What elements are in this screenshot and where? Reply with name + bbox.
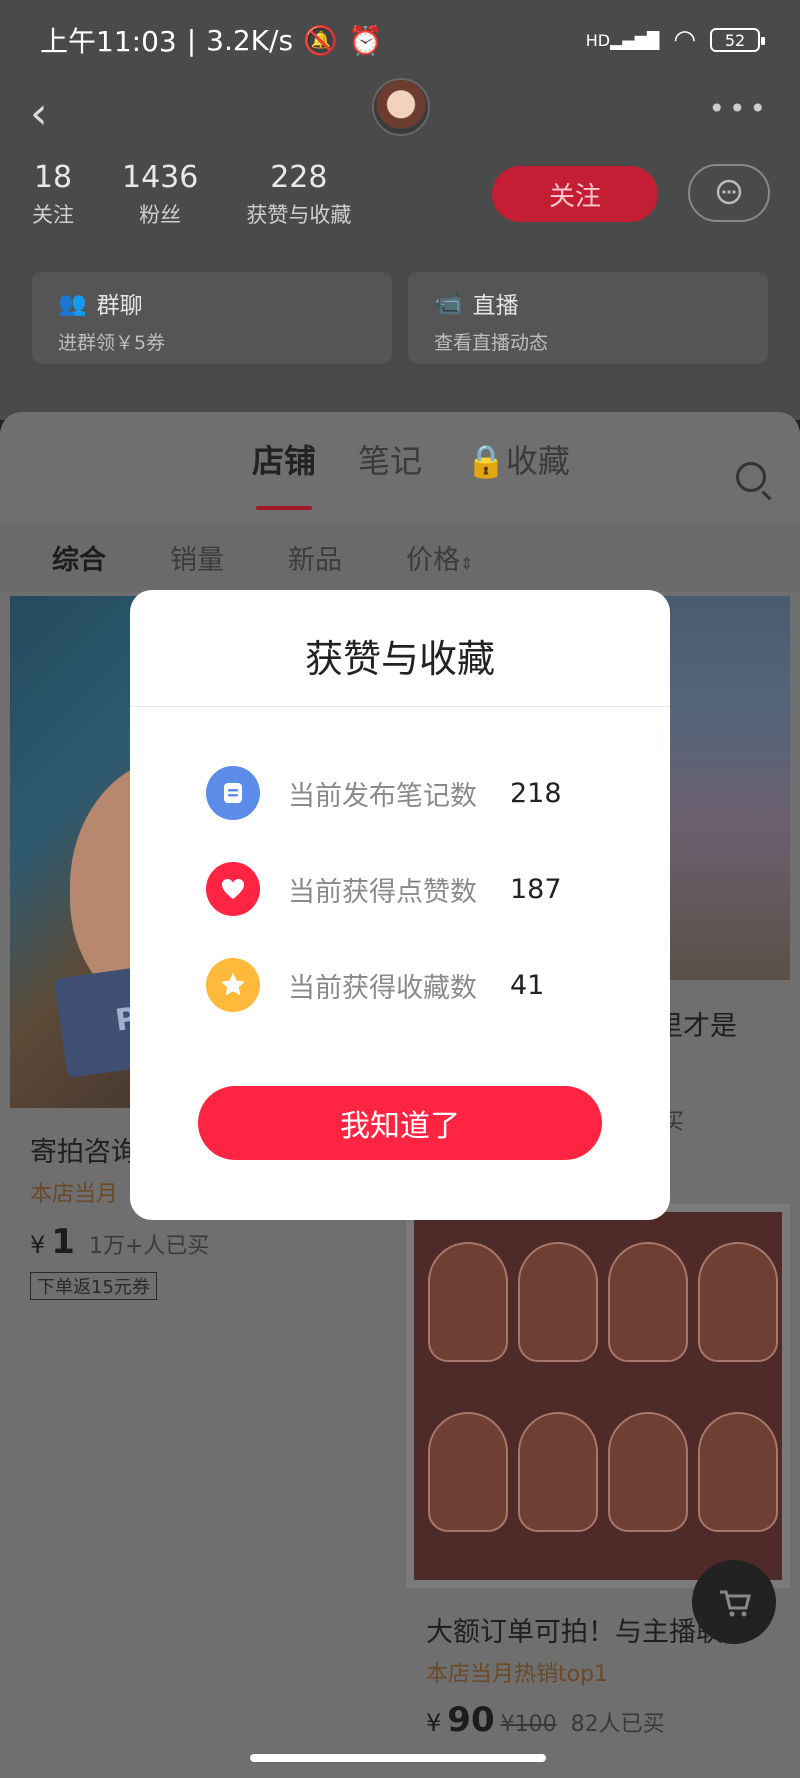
- cookie-graphic: [608, 1242, 688, 1362]
- row-label: 当前获得收藏数: [288, 972, 477, 1004]
- sold-count: 82人已买: [570, 1712, 665, 1737]
- profile-header: 上午11:03 | 3.2K/s 🔕 ⏰ HD▂▄▆█ ◠ 52 ‹ ••• 1…: [0, 0, 800, 420]
- likes-collects-dialog: 获赞与收藏 当前发布笔记数 218 当前获得点赞数 187 当前获得收藏数 41…: [130, 590, 670, 1220]
- cookie-graphic: [428, 1242, 508, 1362]
- more-icon[interactable]: •••: [708, 92, 770, 125]
- live-camera-icon: 📹: [434, 290, 463, 317]
- stat-label: 粉丝: [139, 203, 182, 227]
- row-value: 41: [510, 969, 545, 1001]
- stat-fans[interactable]: 1436 粉丝: [122, 160, 198, 229]
- currency: ¥: [426, 1709, 442, 1737]
- card-subtitle: 查看直播动态: [434, 332, 549, 354]
- alarm-icon: ⏰: [347, 23, 383, 57]
- currency: ¥: [30, 1231, 46, 1259]
- feature-cards: 👥 群聊 进群领￥5券 📹 直播 查看直播动态: [32, 272, 768, 364]
- wifi-icon: ◠: [673, 25, 696, 55]
- home-indicator[interactable]: [250, 1754, 546, 1762]
- stat-number: 228: [270, 160, 328, 195]
- message-button[interactable]: [688, 164, 770, 222]
- stat-number: 18: [33, 160, 73, 195]
- tab-bar: 店铺 笔记 🔒收藏: [0, 436, 800, 510]
- stat-label: 获赞与收藏: [246, 203, 352, 227]
- original-price: ¥100: [500, 1712, 557, 1737]
- filter-price[interactable]: 价格⇕: [406, 538, 473, 577]
- status-divider: |: [186, 23, 197, 57]
- filter-bar: 综合 销量 新品 价格⇕: [0, 524, 800, 592]
- signal-icon: HD▂▄▆█: [585, 30, 660, 50]
- mute-icon: 🔕: [303, 23, 338, 57]
- price-value: 1: [51, 1222, 75, 1262]
- row-value: 218: [510, 777, 562, 809]
- group-chat-card[interactable]: 👥 群聊 进群领￥5券: [32, 272, 392, 364]
- cookie-graphic: [428, 1412, 508, 1532]
- follow-button[interactable]: 关注: [492, 166, 658, 222]
- tab-indicator: [256, 506, 312, 510]
- nav-bar: ‹ •••: [0, 78, 800, 142]
- tab-shop[interactable]: 店铺: [252, 436, 316, 482]
- heart-icon: [206, 862, 260, 916]
- sold-count: 1万+人已买: [88, 1234, 210, 1259]
- cart-icon: [720, 1590, 751, 1617]
- divider: [130, 706, 670, 707]
- filter-sales[interactable]: 销量: [170, 538, 224, 577]
- price-value: 90: [447, 1700, 495, 1740]
- notes-count-row: 当前发布笔记数 218: [206, 766, 562, 820]
- dialog-title: 获赞与收藏: [304, 637, 495, 681]
- row-label: 当前获得点赞数: [288, 876, 477, 908]
- back-icon[interactable]: ‹: [30, 88, 48, 139]
- star-icon: [206, 958, 260, 1012]
- profile-stats: 18 关注 1436 粉丝 228 获赞与收藏: [32, 160, 351, 229]
- product-tag: 本店当月热销top1: [426, 1662, 609, 1687]
- cookie-graphic: [608, 1412, 688, 1532]
- live-card[interactable]: 📹 直播 查看直播动态: [408, 272, 768, 364]
- cookie-graphic: [698, 1412, 778, 1532]
- product-tag: 本店当月: [30, 1182, 119, 1207]
- avatar[interactable]: [372, 78, 430, 136]
- search-icon[interactable]: [736, 462, 766, 492]
- tab-label: 收藏: [505, 442, 570, 480]
- status-time: 上午11:03: [40, 25, 177, 58]
- stat-label: 关注: [32, 203, 74, 227]
- card-subtitle: 进群领￥5券: [58, 332, 166, 354]
- cookie-graphic: [518, 1412, 598, 1532]
- battery-level: 52: [724, 30, 746, 50]
- cart-button[interactable]: [692, 1560, 776, 1644]
- lock-icon: 🔒: [466, 442, 506, 480]
- row-label: 当前发布笔记数: [288, 780, 477, 812]
- row-value: 187: [510, 873, 562, 905]
- product-title[interactable]: 大额订单可拍！与主播联: [426, 1610, 723, 1649]
- stat-following[interactable]: 18 关注: [32, 160, 74, 229]
- card-title: 直播: [472, 293, 519, 319]
- collects-count-row: 当前获得收藏数 41: [206, 958, 544, 1012]
- stat-number: 1436: [122, 160, 199, 195]
- product-image[interactable]: [406, 1204, 790, 1588]
- product-price: ¥ 1 1万+人已买: [30, 1222, 209, 1262]
- tab-notes[interactable]: 笔记: [358, 436, 422, 482]
- got-it-button[interactable]: 我知道了: [198, 1086, 602, 1160]
- sort-icon: ⇕: [460, 554, 474, 573]
- note-icon: [206, 766, 260, 820]
- battery-icon: 52: [710, 28, 765, 52]
- cookie-graphic: [698, 1242, 778, 1362]
- likes-count-row: 当前获得点赞数 187: [206, 862, 562, 916]
- filter-new[interactable]: 新品: [288, 538, 342, 577]
- stat-likes-collects[interactable]: 228 获赞与收藏: [246, 160, 351, 229]
- filter-overall[interactable]: 综合: [52, 538, 106, 577]
- filter-label: 价格: [406, 545, 460, 576]
- cookie-graphic: [518, 1242, 598, 1362]
- tab-collections[interactable]: 🔒收藏: [466, 436, 570, 482]
- product-price: ¥ 90 ¥100 82人已买: [426, 1700, 665, 1740]
- chat-icon: [716, 179, 742, 205]
- status-speed: 3.2K/s: [206, 23, 294, 57]
- coupon-badge: 下单返15元券: [30, 1272, 157, 1300]
- card-title: 群聊: [96, 293, 143, 319]
- group-icon: 👥: [58, 290, 87, 317]
- status-bar: 上午11:03 | 3.2K/s 🔕 ⏰ HD▂▄▆█ ◠ 52: [40, 18, 765, 62]
- product-title[interactable]: 寄拍咨询: [30, 1130, 138, 1169]
